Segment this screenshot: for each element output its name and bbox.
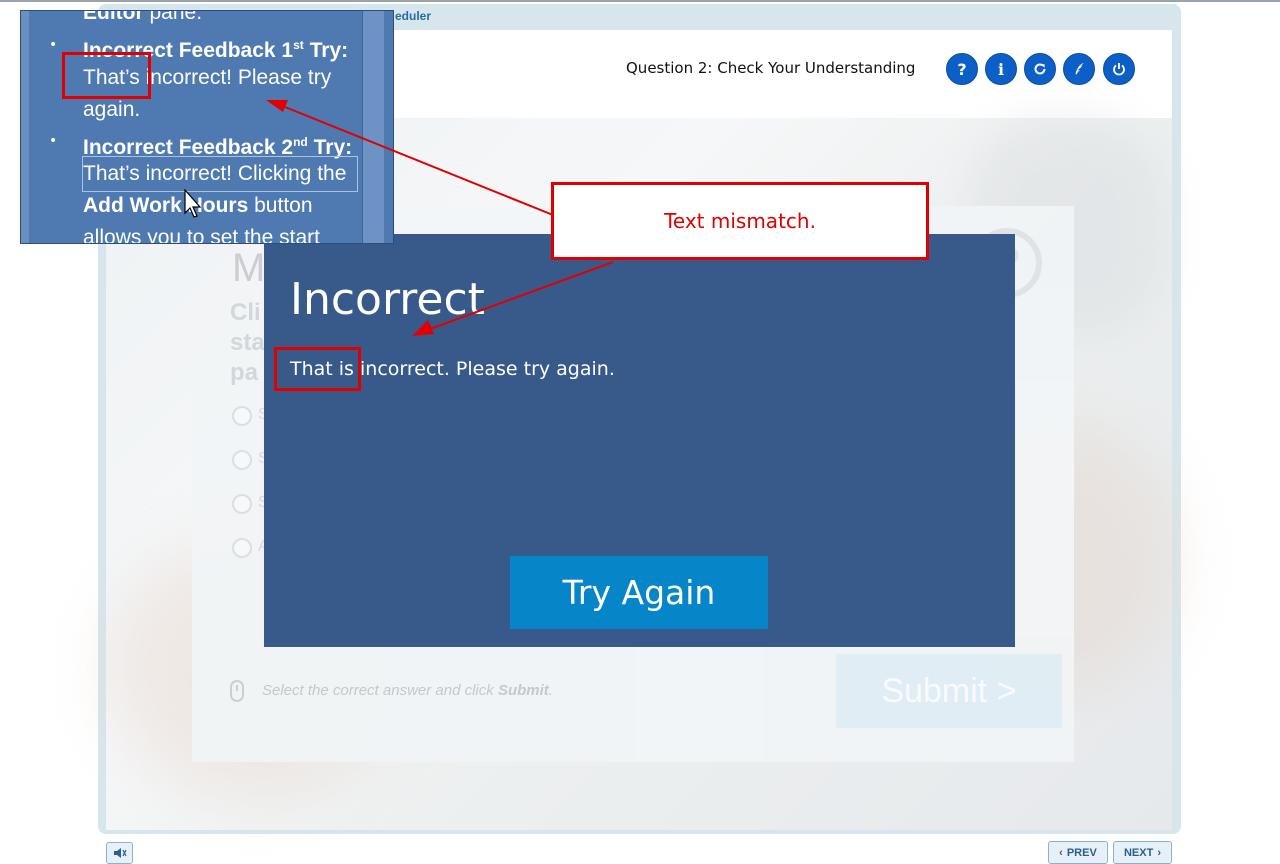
try-again-button[interactable]: Try Again [510, 556, 768, 629]
inset-sup: st [293, 38, 304, 52]
storyboard-inset: Editor pane. • Incorrect Feedback 1st Tr… [20, 10, 394, 244]
bullet-icon: • [49, 37, 58, 53]
submit-button[interactable]: Submit > [836, 654, 1062, 728]
inset-line: That’s incorrect! Clicking the [83, 162, 347, 185]
refresh-icon [1034, 63, 1046, 75]
instruction-text-end: . [548, 682, 553, 699]
quill-icon [1075, 63, 1084, 75]
inset-line-rest: pane. [143, 10, 203, 24]
glossary-button[interactable] [1063, 53, 1095, 85]
speaker-icon [113, 848, 127, 858]
next-button[interactable]: NEXT › [1113, 841, 1172, 864]
bullet-icon: • [49, 133, 58, 149]
instruction-text-part: Select the correct answer and click [262, 682, 498, 699]
answer-radio-1[interactable] [232, 406, 252, 426]
chevron-right-icon: › [1157, 846, 1161, 859]
annotation-callout: Text mismatch. [551, 182, 929, 260]
feedback-title: Incorrect [290, 274, 485, 325]
inset-line: allows you to set the start [83, 226, 320, 244]
answer-radio-4[interactable] [232, 538, 252, 558]
annotation-label: Text mismatch. [664, 209, 816, 233]
inset-line-bold: Add Work Hours [83, 194, 249, 217]
inset-line-rest: button [248, 194, 313, 217]
info-icon: i [997, 59, 1005, 79]
window-top-border [0, 0, 1280, 2]
chevron-left-icon: ‹ [1059, 846, 1063, 859]
inset-left-margin [21, 11, 29, 243]
mouse-icon [230, 680, 244, 702]
question-heading: M [232, 246, 266, 290]
course-title: eduler [395, 9, 432, 23]
instruction-submit-word: Submit [497, 682, 549, 699]
inset-highlight-box [62, 52, 151, 99]
instruction-text: Select the correct answer and click Subm… [262, 682, 553, 699]
help-button[interactable]: ? [946, 53, 978, 85]
prev-button[interactable]: ‹ PREV [1048, 841, 1108, 864]
mouse-cursor-icon [184, 189, 202, 218]
inset-line-bold: Editor [83, 10, 144, 24]
inset-sup: nd [293, 135, 308, 149]
answer-radio-3[interactable] [232, 494, 252, 514]
question-title: Question 2: Check Your Understanding [626, 59, 916, 77]
inset-line: Editor pane. [83, 10, 203, 29]
next-label: NEXT [1123, 846, 1154, 859]
help-icon: ? [957, 59, 967, 79]
inset-scrollbar [362, 11, 384, 243]
feedback-modal: Incorrect That is incorrect. Please try … [264, 234, 1015, 647]
refresh-button[interactable] [1024, 53, 1056, 85]
info-button[interactable]: i [985, 53, 1017, 85]
inset-line-part: Try: [303, 39, 349, 62]
modal-highlight-box [274, 347, 361, 391]
answer-radio-2[interactable] [232, 450, 252, 470]
prev-label: PREV [1066, 846, 1097, 859]
audio-button[interactable] [106, 842, 133, 864]
exit-button[interactable] [1103, 53, 1135, 85]
power-icon [1113, 63, 1125, 76]
